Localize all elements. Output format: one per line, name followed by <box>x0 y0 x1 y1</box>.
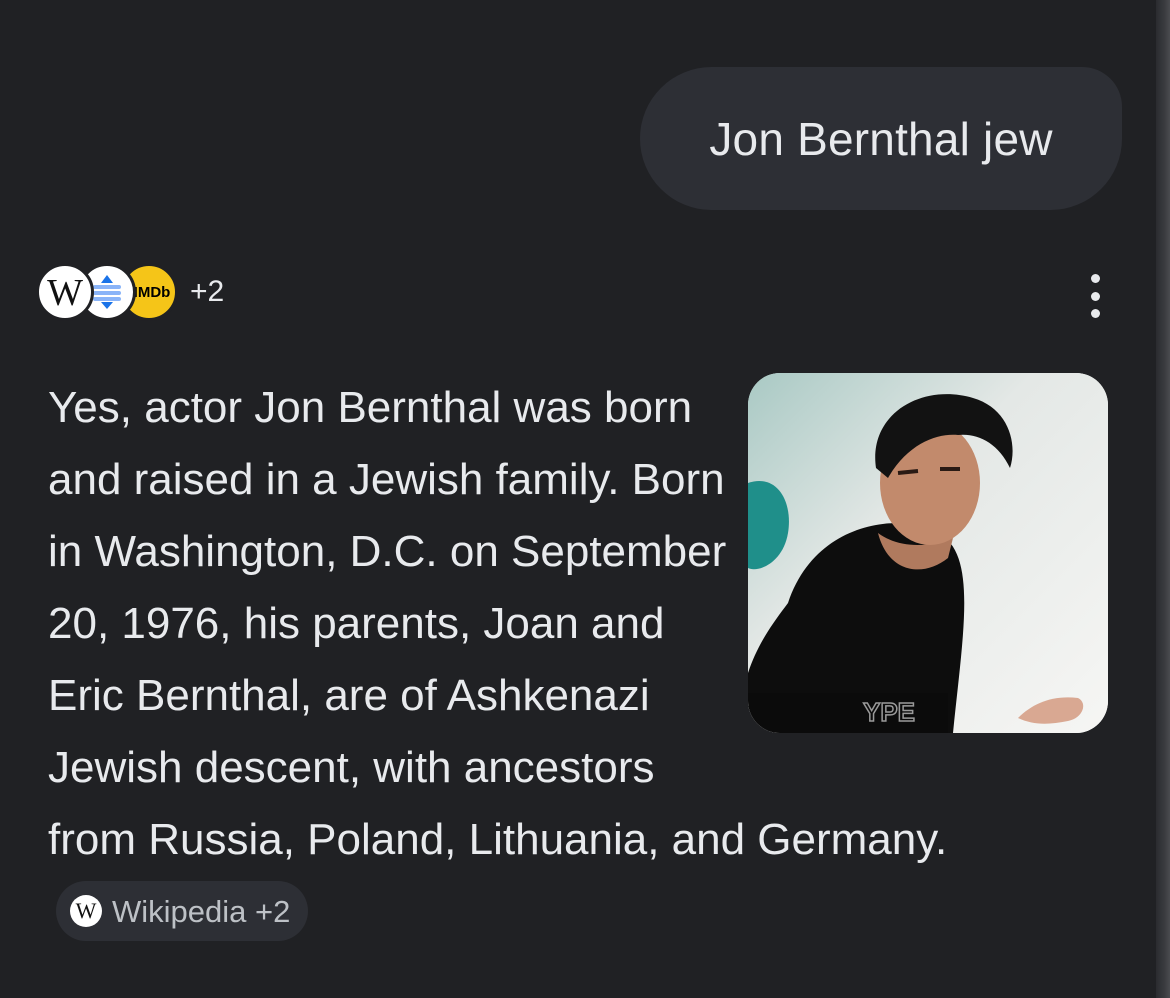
wikipedia-letter: W <box>47 272 83 314</box>
sources-row[interactable]: W IMDb +2 <box>36 260 224 324</box>
answer-photo[interactable]: YPE <box>748 373 1108 733</box>
actor-portrait-image: YPE <box>748 373 1108 733</box>
answer-block: YPE Yes, actor Jon Bernthal was born and… <box>48 372 1108 948</box>
right-edge-shadow <box>1156 0 1170 998</box>
kebab-dot <box>1090 309 1100 318</box>
citation-label: Wikipedia +2 <box>112 893 291 929</box>
more-sources-count[interactable]: +2 <box>190 275 224 309</box>
wikipedia-chip-icon: W <box>70 895 102 928</box>
chip-icon-letter: W <box>75 898 97 924</box>
user-query-text: Jon Bernthal jew <box>709 112 1053 165</box>
citation-chip[interactable]: W Wikipedia +2 <box>56 881 309 942</box>
image-watermark: YPE <box>863 697 915 727</box>
kebab-dot <box>1090 291 1100 301</box>
more-options-icon[interactable] <box>1082 274 1108 318</box>
kebab-dot <box>1090 274 1100 283</box>
wikipedia-icon: W <box>36 263 94 321</box>
imdb-label: IMDb <box>133 283 171 301</box>
user-query-bubble: Jon Bernthal jew <box>640 67 1122 210</box>
